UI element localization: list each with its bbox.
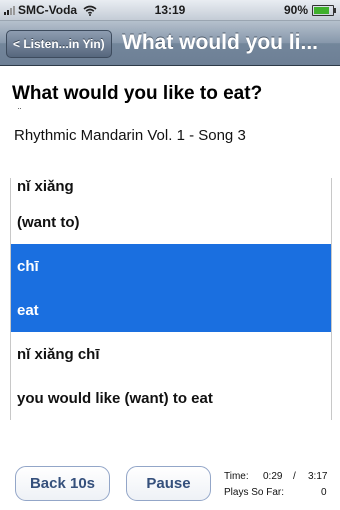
time-current: 0:29 (263, 471, 283, 482)
plays-count: 0 (321, 487, 327, 498)
back-10s-button[interactable]: Back 10s (15, 466, 110, 501)
lyric-line[interactable]: nǐ xiǎng chī (11, 332, 331, 376)
nav-title: What would you li... (122, 31, 318, 54)
battery-percent: 90% (283, 3, 308, 17)
song-title: What would you like to eat? (12, 83, 263, 104)
time-separator: / (293, 471, 296, 482)
status-bar: SMC-Voda 13:19 90% (0, 0, 340, 21)
pause-button[interactable]: Pause (126, 466, 211, 501)
lyric-line[interactable]: nǐ xiǎng (11, 178, 331, 200)
lyric-line[interactable]: (want to) (11, 200, 331, 244)
time-label: Time: (224, 471, 249, 482)
navigation-bar: < Listen...in Yin) What would you li... (0, 21, 340, 66)
time-total: 3:17 (308, 471, 328, 482)
battery-icon (312, 4, 336, 16)
battery-fill (314, 6, 330, 14)
song-subtitle: Rhythmic Mandarin Vol. 1 - Song 3 (14, 127, 246, 144)
scroll-marker: ¨ (18, 107, 23, 118)
back-button[interactable]: < Listen...in Yin) (6, 30, 112, 58)
lyric-line[interactable]: chī (11, 244, 331, 288)
status-right: 90% (283, 3, 336, 17)
lyrics-list[interactable]: nǐ xiǎng (want to) chī eat nǐ xiǎng chī you w… (10, 178, 332, 420)
plays-label: Plays So Far: (224, 487, 285, 498)
lyric-line[interactable]: eat (11, 288, 331, 332)
lyric-line[interactable]: you would like (want) to eat (11, 376, 331, 420)
